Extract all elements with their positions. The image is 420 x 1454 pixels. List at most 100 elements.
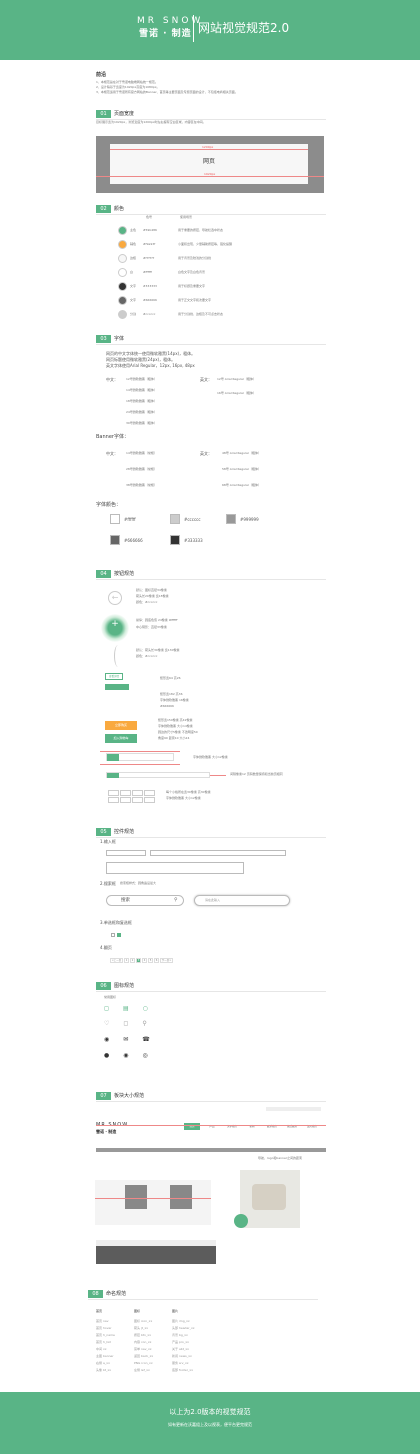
- section-title: 按钮规范: [114, 571, 135, 577]
- size-cell[interactable]: [144, 797, 155, 803]
- color-usage: 白色文字及白色背景: [178, 270, 206, 274]
- location-icon[interactable]: ◉: [104, 1036, 123, 1043]
- wechat-icon[interactable]: ◉: [123, 1052, 142, 1059]
- banner-cn-sample: 38号微软雅黑（常规）: [126, 483, 157, 487]
- header-divider: [193, 15, 194, 42]
- color-table-header: 色号: [146, 215, 153, 219]
- store-icon[interactable]: ▤: [123, 1005, 143, 1012]
- weibo-icon[interactable]: ◎: [143, 1052, 162, 1059]
- pager-item[interactable]: <上一页: [110, 958, 123, 963]
- input-title: 1.输入框: [100, 839, 116, 844]
- section-number: 06: [96, 982, 111, 990]
- search-placeholder: 请在此输入: [205, 898, 221, 902]
- cn-font-sample: 30号微软雅黑（粗体）: [126, 421, 157, 425]
- font-color-swatch: [170, 535, 180, 545]
- size-cell[interactable]: [120, 797, 131, 803]
- naming-item: 主图 banner: [96, 1354, 114, 1358]
- naming-item: 返回 back_xx: [134, 1354, 154, 1358]
- cn-font-label: 中文：: [106, 377, 118, 382]
- size-cell[interactable]: [132, 790, 143, 796]
- naming-item: 首页 hover: [96, 1326, 112, 1330]
- size-cell[interactable]: [144, 790, 155, 796]
- section-divider: [96, 344, 326, 345]
- size-cell[interactable]: [108, 797, 119, 803]
- chat-icon[interactable]: ○: [143, 1005, 162, 1012]
- button-spec: 默认：箭头长30像素 宽130像素: [136, 648, 180, 652]
- share-icon[interactable]: ⚲: [142, 1020, 160, 1027]
- size-cell[interactable]: [120, 790, 131, 796]
- qq-icon[interactable]: ●: [104, 1052, 123, 1059]
- pager-item[interactable]: 2: [130, 958, 135, 963]
- pager-item[interactable]: 5: [148, 958, 153, 963]
- naming-item: 内容 con_xx: [134, 1340, 152, 1344]
- content-area-label: 网页: [202, 158, 215, 165]
- pager-item[interactable]: 3: [136, 958, 141, 963]
- color-name: 文字: [130, 284, 137, 288]
- button-spec: 每个小格所在宽30像素 高30像素: [166, 790, 211, 794]
- color-usage: 用于分割线、边框及不可点击状态: [178, 312, 224, 316]
- arrow-curve-icon[interactable]: [114, 645, 122, 667]
- font-color-hex: #ffffff: [124, 517, 136, 522]
- color-usage: 小面积出现，少量辅助按钮等，强化提醒: [178, 242, 233, 246]
- color-usage: 用于背景及较浅的分割线: [178, 256, 212, 260]
- heart-icon[interactable]: ♡: [104, 1020, 123, 1027]
- phone-icon[interactable]: ☎: [142, 1036, 163, 1043]
- active-tab[interactable]: [107, 754, 119, 761]
- green-bar-button[interactable]: [105, 684, 129, 690]
- pager-item[interactable]: 1: [124, 958, 129, 963]
- search-icon[interactable]: ⚲: [174, 897, 178, 904]
- tab-sample[interactable]: [106, 753, 174, 761]
- search-input-shadow[interactable]: 请在此输入: [194, 895, 290, 906]
- pager-sample[interactable]: [106, 772, 210, 778]
- button-spec: 字体微软雅黑 大小12像素: [193, 755, 228, 759]
- color-hex: #333333: [143, 284, 157, 288]
- plus-glow-button[interactable]: +: [101, 614, 129, 642]
- badge-circle: [234, 1214, 248, 1228]
- add-to-cart-button[interactable]: 加入购物车: [105, 734, 137, 743]
- width-1920-label: 1920px: [204, 172, 216, 176]
- font-color-hex: #999999: [240, 517, 259, 522]
- top-links: [266, 1107, 321, 1111]
- size-cell[interactable]: [108, 790, 119, 796]
- color-hex: #ffffff: [143, 270, 152, 274]
- pager-active[interactable]: [107, 773, 119, 778]
- view-details-button[interactable]: 查看详情: [105, 673, 123, 680]
- naming-column-header: 图片: [172, 1309, 179, 1313]
- product-card-mockup: [95, 1180, 211, 1225]
- font-color-hex: #cccccc: [184, 517, 201, 522]
- mail-icon[interactable]: ✉: [123, 1036, 142, 1043]
- pager-item[interactable]: 4: [142, 958, 147, 963]
- button-spec: 悬停：圆底色值 24像素 #ffffff: [136, 618, 178, 622]
- icon-row-social: ●◉◎: [104, 1052, 162, 1060]
- en-font-label: 英文：: [200, 451, 212, 456]
- text-input-wide[interactable]: [150, 850, 286, 856]
- naming-item: 首页 nav: [96, 1319, 109, 1323]
- cart-icon[interactable]: ◻: [123, 1020, 142, 1027]
- color-swatch: [118, 254, 127, 263]
- banner-strip: [96, 1148, 326, 1152]
- footer-title: 以上为2.0版本的视觉规范: [169, 1408, 251, 1416]
- naming-item: 背景 bg_xx: [172, 1333, 188, 1337]
- buy-now-button[interactable]: 立即购买: [105, 721, 137, 730]
- pager-item[interactable]: 6: [154, 958, 159, 963]
- section-divider: [96, 214, 326, 215]
- checkbox[interactable]: [111, 933, 115, 937]
- naming-item: 箭头 jt_xx: [134, 1326, 149, 1330]
- size-cell[interactable]: [132, 797, 143, 803]
- textarea-input[interactable]: [106, 862, 244, 874]
- cart-icon[interactable]: ◻: [104, 1005, 123, 1012]
- section-title: 命名规范: [106, 1291, 127, 1297]
- button-spec: 颜色：#cccccc: [136, 654, 158, 658]
- section-title: 图标规范: [114, 983, 135, 989]
- section-divider: [88, 1299, 318, 1300]
- pager-item[interactable]: 下一页>: [160, 958, 173, 963]
- page-width-diagram: 网页 1200px 1920px: [96, 136, 324, 193]
- dimension-marker: [100, 751, 180, 752]
- checkbox-checked[interactable]: [117, 933, 121, 937]
- color-usage: 用于正文文字和次要文字: [178, 298, 212, 302]
- naming-item: 中间 xx: [96, 1347, 107, 1351]
- text-input[interactable]: [106, 850, 146, 856]
- search-input[interactable]: 搜索 ⚲: [106, 895, 184, 906]
- font-intro: 网页标题使用微软雅黑(24px)，粗体。: [106, 357, 176, 362]
- arrow-left-icon[interactable]: ←: [108, 591, 122, 605]
